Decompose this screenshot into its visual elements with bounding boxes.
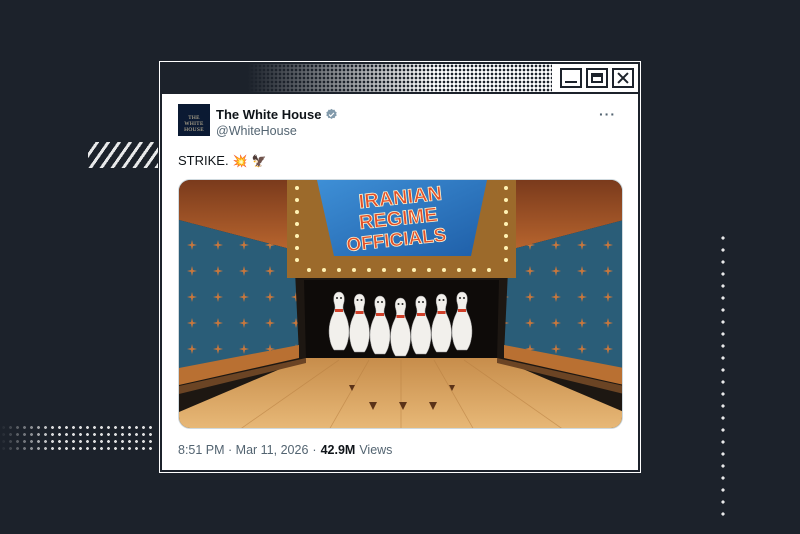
window-titlebar[interactable] [162,64,638,94]
maximize-icon[interactable] [586,68,608,88]
tweet-timestamp[interactable]: 8:51 PM · Mar 11, 2026 [178,443,308,457]
author-display-name[interactable]: The White House [216,107,321,122]
marquee-sign-text: IRANIAN REGIME OFFICIALS [345,182,448,256]
close-icon[interactable] [612,68,634,88]
author-handle[interactable]: @WhiteHouse [216,124,297,138]
retro-window: THE WHITE HOUSE The White House @WhiteHo… [159,61,641,473]
meta-separator: · [312,443,317,457]
avatar[interactable]: THE WHITE HOUSE [178,104,210,136]
decorative-dashes [88,142,158,168]
tweet-body: STRIKE. [178,153,229,168]
more-options-icon[interactable]: ··· [599,106,616,122]
titlebar-dither-pattern [162,64,552,92]
eagle-emoji-icon: 🦅 [251,153,267,168]
minimize-icon[interactable] [560,68,582,88]
decorative-dots-left [0,424,155,450]
views-count: 42.9M [320,443,356,457]
tweet-metadata: 8:51 PM · Mar 11, 2026 · 42.9M Views [178,443,392,457]
verified-badge-icon [326,108,338,119]
tweet-media-image[interactable]: IRANIAN REGIME OFFICIALS [178,179,623,429]
bowling-alley-illustration: IRANIAN REGIME OFFICIALS [179,180,622,428]
author-name-row: The White House [216,107,338,122]
decorative-dots-right [720,232,726,522]
views-label: Views [359,443,393,457]
collision-emoji-icon: 💥 [232,153,248,168]
avatar-logo-text: THE WHITE HOUSE [184,115,204,133]
tweet-text: STRIKE. 💥 🦅 [178,153,266,168]
